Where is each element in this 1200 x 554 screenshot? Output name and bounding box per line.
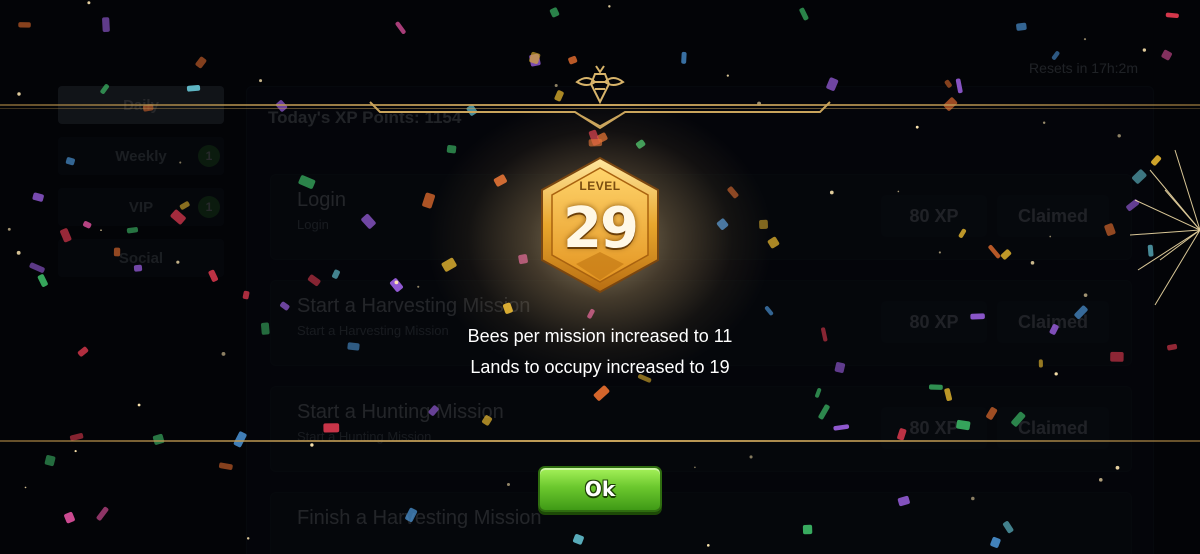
reward-lands-to-occupy: Lands to occupy increased to 19 [470,357,730,377]
ok-button[interactable]: Ok [538,466,662,512]
ok-button-label: Ok [584,477,616,501]
level-number: 29 [563,196,639,261]
reward-bees-per-mission: Bees per mission increased to 11 [467,326,733,346]
fireworks-burst [1130,149,1200,306]
level-label: LEVEL [579,179,621,193]
bottom-gold-border [0,440,1200,442]
